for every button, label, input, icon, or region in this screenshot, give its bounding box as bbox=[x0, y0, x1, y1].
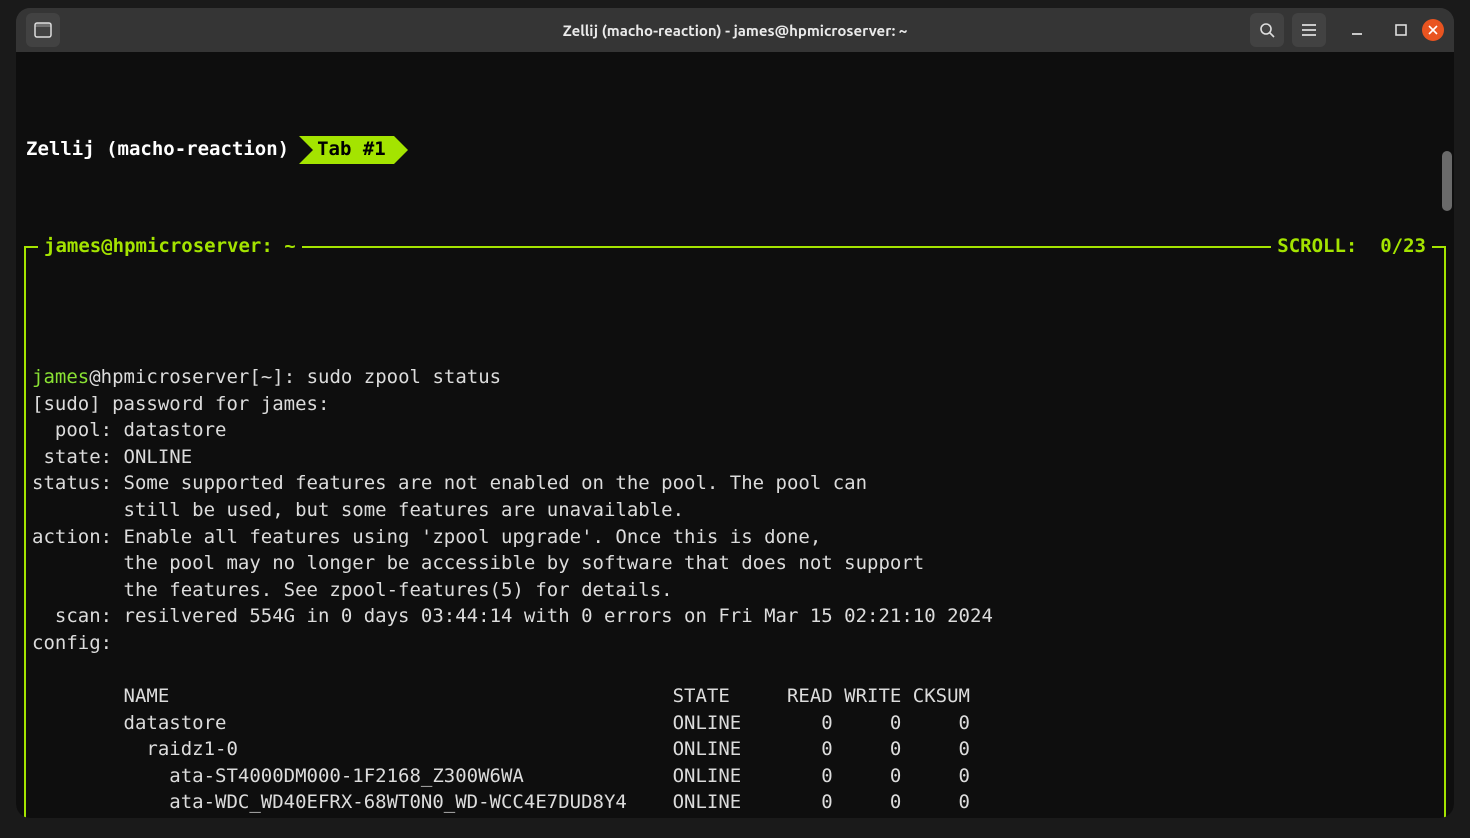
window-title: Zellij (macho-reaction) - james@hpmicros… bbox=[563, 20, 908, 41]
zpool-status: status: Some supported features are not … bbox=[32, 472, 867, 494]
pane-content[interactable]: james@hpmicroserver[~]: sudo zpool statu… bbox=[26, 327, 1444, 818]
search-button[interactable] bbox=[1250, 13, 1284, 47]
close-icon bbox=[1428, 25, 1438, 35]
maximize-button[interactable] bbox=[1388, 17, 1414, 43]
zpool-config-label: config: bbox=[32, 632, 112, 654]
close-button[interactable] bbox=[1422, 19, 1444, 41]
zpool-config-row: ata-WDC_WD40EFRX-68WT0N0_WD-WCC4E7DUD8Y4… bbox=[32, 791, 970, 813]
terminal-window: Zellij (macho-reaction) - james@hpmicros… bbox=[16, 8, 1454, 818]
zellij-tabbar: Zellij (macho-reaction) Tab #1 bbox=[22, 136, 1448, 164]
zpool-config-header: NAME STATE READ WRITE CKSUM bbox=[32, 685, 970, 707]
zpool-status-2: still be used, but some features are una… bbox=[32, 499, 684, 521]
zpool-scan: scan: resilvered 554G in 0 days 03:44:14… bbox=[32, 605, 993, 627]
sudo-prompt: [sudo] password for james: bbox=[32, 393, 329, 415]
tab-1[interactable]: Tab #1 bbox=[313, 136, 394, 164]
minimize-icon bbox=[1350, 23, 1364, 37]
zpool-config-row: datastore ONLINE 0 0 0 bbox=[32, 712, 970, 734]
zpool-state: state: ONLINE bbox=[32, 446, 192, 468]
zpool-config-row: ata-ST4000DM000-1F2168_Z300W6WA ONLINE 0… bbox=[32, 765, 970, 787]
zpool-action-2: the pool may no longer be accessible by … bbox=[32, 552, 924, 574]
menu-button[interactable] bbox=[1292, 13, 1326, 47]
minimize-button[interactable] bbox=[1344, 17, 1370, 43]
prompt-line-1: james@hpmicroserver[~]: sudo zpool statu… bbox=[32, 366, 501, 388]
zellij-session-name: Zellij (macho-reaction) bbox=[22, 136, 293, 163]
zpool-action: action: Enable all features using 'zpool… bbox=[32, 526, 821, 548]
zpool-pool: pool: datastore bbox=[32, 419, 226, 441]
new-tab-button[interactable] bbox=[26, 13, 60, 47]
scroll-indicator: SCROLL: 0/23 bbox=[1271, 233, 1432, 260]
scrollbar-thumb[interactable] bbox=[1442, 151, 1452, 211]
window-titlebar: Zellij (macho-reaction) - james@hpmicros… bbox=[16, 8, 1454, 52]
hamburger-icon bbox=[1301, 23, 1317, 37]
terminal-body[interactable]: Zellij (macho-reaction) Tab #1 james@hpm… bbox=[16, 52, 1454, 818]
scrollbar[interactable] bbox=[1442, 98, 1452, 814]
pane-title: james@hpmicroserver: ~ bbox=[38, 233, 302, 260]
maximize-icon bbox=[1394, 23, 1408, 37]
terminal-icon bbox=[34, 21, 52, 39]
pane-frame: james@hpmicroserver: ~ SCROLL: 0/23 jame… bbox=[24, 246, 1446, 818]
zpool-action-3: the features. See zpool-features(5) for … bbox=[32, 579, 673, 601]
search-icon bbox=[1259, 22, 1275, 38]
zpool-config-row: raidz1-0 ONLINE 0 0 0 bbox=[32, 738, 970, 760]
